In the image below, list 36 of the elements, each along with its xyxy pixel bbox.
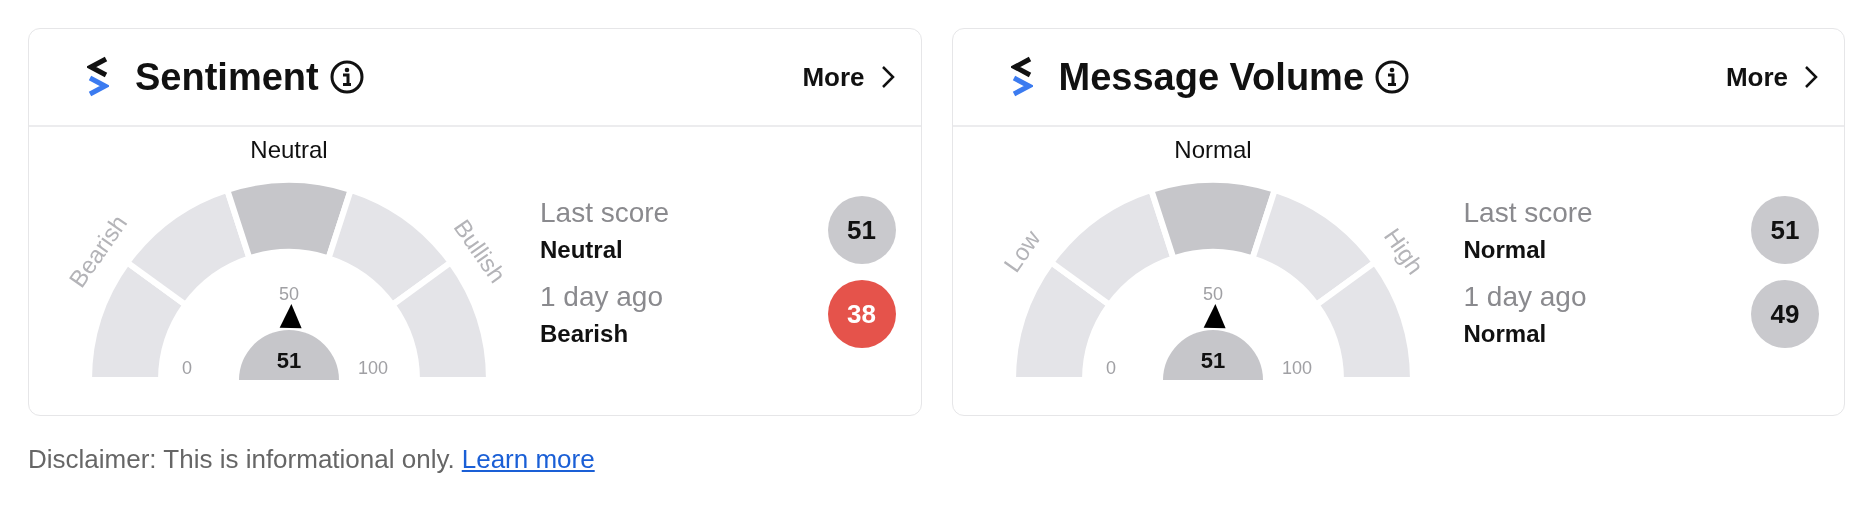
chevron-right-icon (880, 65, 895, 89)
more-link[interactable]: More (802, 61, 895, 93)
logo-icon (87, 56, 109, 98)
score-badge: 51 (1751, 196, 1819, 264)
score-status: Normal (1463, 320, 1548, 348)
tick-label: 0 (1105, 358, 1116, 378)
learn-more-link[interactable]: Learn more (461, 444, 595, 474)
gauge-top-label: Neutral (250, 136, 328, 163)
tick-label: 50 (279, 284, 299, 304)
logo-icon (1010, 56, 1033, 98)
score-badge: 38 (827, 280, 896, 348)
score-status: Normal (1463, 236, 1548, 264)
gauge-value: 51 (1200, 348, 1225, 373)
score-label: Last score (540, 197, 671, 229)
needle-icon (279, 304, 302, 329)
score-label: 1 day ago (1463, 281, 1588, 313)
score-label: Last score (1463, 197, 1594, 229)
gauge-top-label: Normal (1173, 136, 1252, 163)
score-badge: 51 (827, 196, 896, 264)
tick-label: 50 (1202, 284, 1223, 304)
tick-label: 100 (358, 358, 388, 378)
tick-label: 0 (182, 358, 192, 378)
widget-title: Message Volume (1058, 55, 1365, 99)
info-icon[interactable] (328, 59, 365, 95)
info-icon[interactable] (1374, 59, 1411, 95)
tick-label: 100 (1281, 358, 1312, 378)
needle-icon (1203, 304, 1226, 329)
score-status: Bearish (540, 320, 630, 348)
disclaimer-text: Disclaimer: This is informational only. Learn more (28, 444, 596, 475)
chevron-right-icon (1804, 65, 1818, 89)
score-status: Neutral (540, 236, 624, 264)
score-label: 1 day ago (540, 281, 664, 313)
gauge-value: 51 (276, 348, 302, 373)
widget-title: Sentiment (135, 55, 319, 99)
more-link[interactable]: More (1725, 61, 1818, 93)
score-badge: 49 (1751, 280, 1819, 348)
